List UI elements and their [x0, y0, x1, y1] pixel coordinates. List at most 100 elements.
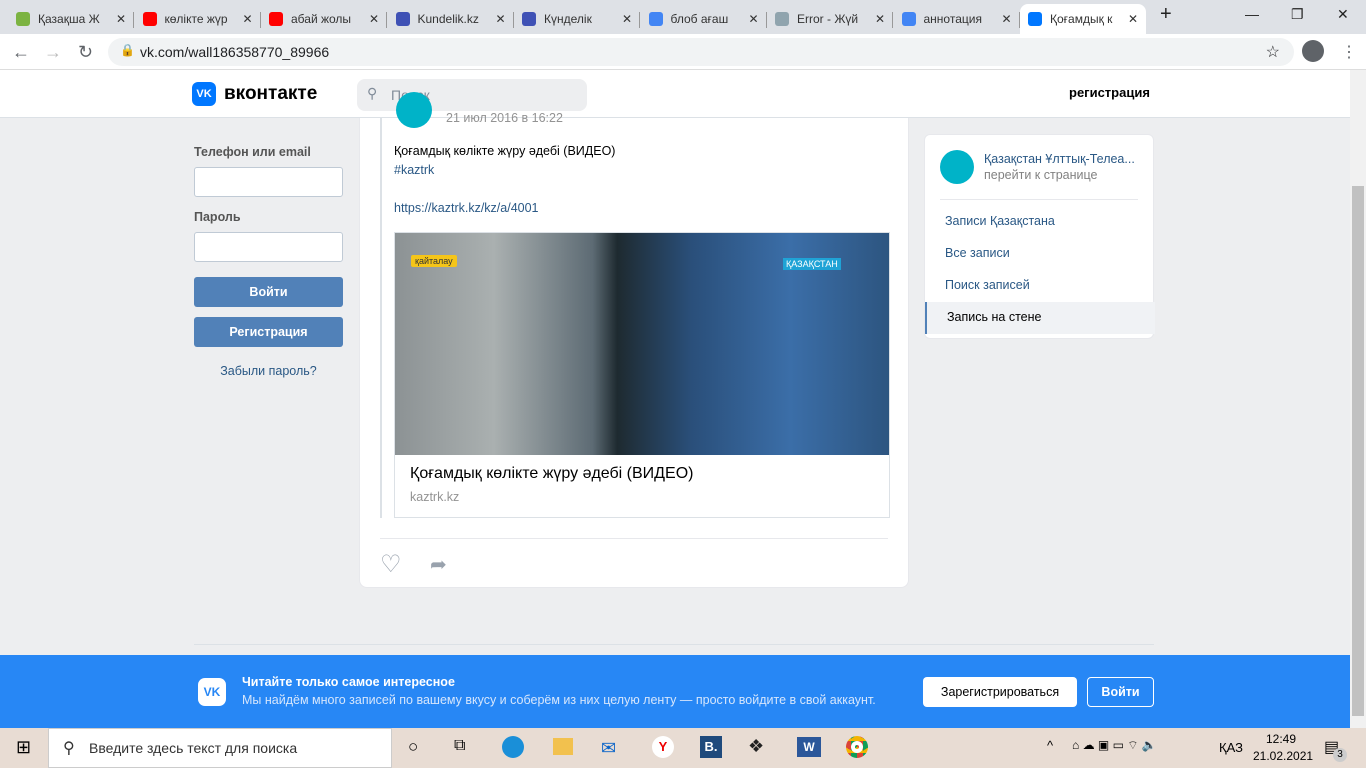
url-input[interactable]: 🔒 vk.com/wall186358770_89966 ☆: [108, 38, 1294, 66]
tab-title: блоб ағаш: [670, 12, 729, 26]
tray-icons[interactable]: ⌂ ☁ ▣ ▭ ⌔ 🔈: [1072, 738, 1157, 753]
phone-input[interactable]: [194, 167, 343, 197]
close-tab-icon[interactable]: ✕: [748, 12, 758, 26]
post-date[interactable]: 21 июл 2016 в 16:22: [446, 111, 563, 125]
close-tab-icon[interactable]: ✕: [369, 12, 379, 26]
register-link[interactable]: регистрация: [1069, 85, 1150, 100]
forgot-password-link[interactable]: Забыли пароль?: [194, 364, 343, 378]
tab-title: аннотация: [923, 12, 982, 26]
vk-icon: VK: [198, 678, 226, 706]
tab-5[interactable]: блоб ағаш ✕: [641, 4, 767, 34]
edge-icon[interactable]: [502, 736, 524, 758]
tab-title: Error - Жүй: [797, 12, 859, 26]
vk-icon: [1028, 12, 1042, 26]
tab-2[interactable]: абай жолы ✕: [261, 4, 387, 34]
close-window-button[interactable]: ✕: [1337, 6, 1349, 23]
dropbox-icon[interactable]: ❖: [748, 736, 764, 757]
group-avatar-small[interactable]: [940, 150, 974, 184]
mail-icon[interactable]: ✉: [601, 738, 616, 759]
taskbar-search-input[interactable]: ⚲ Введите здесь текст для поиска: [48, 728, 392, 768]
banner-register-button[interactable]: Зарегистрироваться: [923, 677, 1077, 707]
go-to-page-link[interactable]: перейти к странице: [984, 168, 1097, 182]
login-button[interactable]: Войти: [194, 277, 343, 307]
kundelik-icon: [395, 12, 410, 26]
tab-title: Қоғамдық к: [1050, 12, 1113, 26]
sidebar-item-all-posts[interactable]: Все записи: [925, 238, 1155, 270]
signup-banner: VK Читайте только самое интересное Мы на…: [0, 655, 1350, 728]
sidebar-item-wall-post[interactable]: Запись на стене: [925, 302, 1155, 334]
close-tab-icon[interactable]: ✕: [495, 12, 505, 26]
preview-title: Қоғамдық көлікте жүру әдебі (ВИДЕО): [410, 465, 694, 482]
b-app-icon[interactable]: B.: [700, 736, 722, 758]
tab-3[interactable]: Kundelik.kz ✕: [388, 4, 514, 34]
tab-bar: Қазақша Ж ✕ көлікте жүр ✕ абай жолы ✕ Kundelik…: [0, 0, 1366, 34]
lock-icon: 🔒: [120, 43, 135, 57]
close-tab-icon[interactable]: ✕: [1128, 12, 1138, 26]
windows-start-icon[interactable]: ⊞: [16, 737, 31, 758]
close-tab-icon[interactable]: ✕: [622, 12, 632, 26]
google-icon: [901, 12, 916, 26]
wall-post: 21 июл 2016 в 16:22 Қоғамдық көлікте жүр…: [359, 92, 909, 588]
search-icon: ⚲: [367, 85, 378, 101]
password-input[interactable]: [194, 232, 343, 262]
register-button[interactable]: Регистрация: [194, 317, 343, 347]
notification-count: 3: [1333, 748, 1347, 762]
phone-label: Телефон или email: [194, 145, 311, 159]
hashtag-link[interactable]: #kaztrk: [394, 163, 434, 177]
link-preview[interactable]: қайталау ҚАЗАҚСТАН Қоғамдық көлікте жүру…: [394, 232, 890, 518]
banner-text: Мы найдём много записей по вашему вкусу …: [242, 693, 876, 707]
maximize-button[interactable]: ❐: [1291, 6, 1304, 23]
vk-header: VK вконтакте ⚲Поиск регистрация: [0, 70, 1350, 118]
forward-icon[interactable]: →: [44, 42, 62, 63]
post-text: Қоғамдық көлікте жүру әдебі (ВИДЕО): [394, 144, 616, 158]
clock-time[interactable]: 12:49: [1266, 732, 1296, 746]
close-tab-icon[interactable]: ✕: [116, 12, 126, 26]
scrollbar[interactable]: [1350, 70, 1366, 728]
footer-divider: [194, 644, 1154, 645]
repost-quote: 21 июл 2016 в 16:22: [380, 92, 563, 518]
profile-icon[interactable]: [1302, 40, 1324, 62]
chrome-icon[interactable]: [846, 736, 868, 758]
menu-icon[interactable]: ⋮: [1341, 42, 1357, 62]
language-indicator[interactable]: ҚАЗ: [1219, 740, 1243, 755]
tab-0[interactable]: Қазақша Ж ✕: [8, 4, 134, 34]
tab-8[interactable]: Қоғамдық к ✕: [1020, 4, 1146, 34]
back-icon[interactable]: ←: [12, 42, 30, 63]
close-tab-icon[interactable]: ✕: [242, 12, 252, 26]
preview-domain: kaztrk.kz: [410, 490, 460, 504]
close-tab-icon[interactable]: ✕: [875, 12, 885, 26]
file-explorer-icon[interactable]: [553, 738, 573, 755]
post-link[interactable]: https://kaztrk.kz/kz/a/4001: [394, 201, 539, 215]
group-avatar[interactable]: [396, 92, 432, 128]
tab-6[interactable]: Error - Жүй ✕: [767, 4, 893, 34]
tab-1[interactable]: көлікте жүр ✕: [135, 4, 261, 34]
doc-icon: [775, 12, 789, 26]
vk-icon: VK: [192, 82, 216, 106]
search-placeholder: Введите здесь текст для поиска: [89, 740, 298, 756]
tab-title: Күнделік: [544, 12, 592, 26]
vk-logo[interactable]: VK вконтакте: [192, 82, 317, 106]
share-icon[interactable]: ➦: [430, 552, 447, 577]
tab-4[interactable]: Күнделік ✕: [514, 4, 640, 34]
group-name[interactable]: Қазақстан Ұлттық-Телеа...: [984, 152, 1135, 166]
sidebar-item-search-posts[interactable]: Поиск записей: [925, 270, 1155, 302]
clock-date[interactable]: 21.02.2021: [1253, 749, 1313, 763]
banner-login-button[interactable]: Войти: [1087, 677, 1154, 707]
z-icon: [16, 12, 30, 26]
word-icon[interactable]: W: [797, 737, 821, 757]
star-icon[interactable]: ☆: [1266, 42, 1280, 62]
channel-badge: ҚАЗАҚСТАН: [783, 258, 841, 270]
like-icon[interactable]: ♡: [380, 550, 402, 579]
cortana-icon[interactable]: ○: [408, 737, 418, 757]
tray-chevron-icon[interactable]: ^: [1047, 738, 1053, 753]
tab-7[interactable]: аннотация ✕: [894, 4, 1020, 34]
reload-icon[interactable]: ↻: [78, 42, 93, 63]
new-tab-button[interactable]: +: [1160, 3, 1172, 26]
minimize-button[interactable]: —: [1245, 6, 1259, 22]
yandex-icon[interactable]: Y: [652, 736, 674, 758]
search-input[interactable]: ⚲Поиск: [357, 79, 587, 111]
tab-title: абай жолы: [291, 12, 352, 26]
sidebar-item-kazakhstan-posts[interactable]: Записи Қазақстана: [925, 206, 1155, 238]
task-view-icon[interactable]: ⧉: [454, 737, 465, 755]
close-tab-icon[interactable]: ✕: [1001, 12, 1011, 26]
